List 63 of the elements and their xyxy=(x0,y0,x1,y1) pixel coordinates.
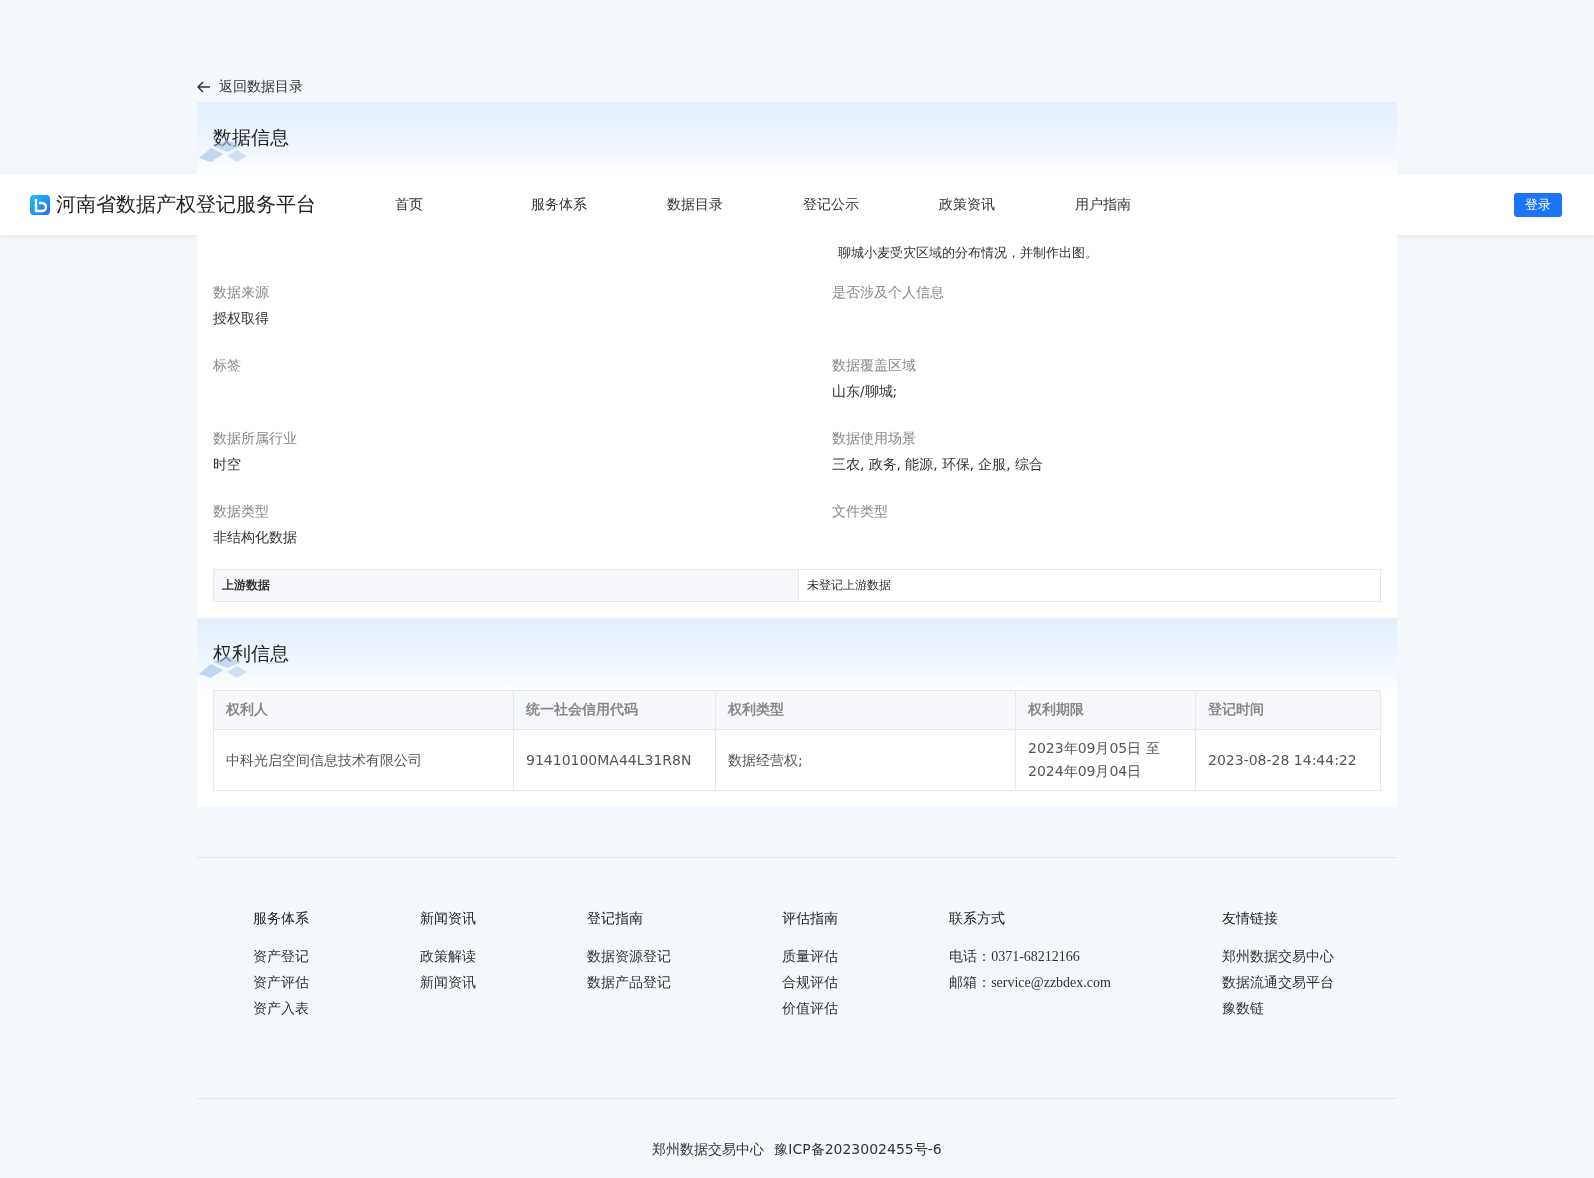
footer-link[interactable]: 数据流通交易平台 xyxy=(1221,970,1341,996)
table-header-cell: 上游数据 xyxy=(214,570,799,601)
table-cell: 数据经营权; xyxy=(715,729,1016,791)
field-label: 标签 xyxy=(213,356,242,375)
footer-link[interactable]: 郑州数据交易中心 xyxy=(1221,944,1341,970)
footer-link[interactable]: 邮箱：service@zzbdex.com xyxy=(949,970,1222,996)
login-button[interactable]: 登录 xyxy=(1514,192,1562,217)
footer-link[interactable]: 资产评估 xyxy=(253,970,421,996)
logo-icon xyxy=(30,194,50,215)
footer-column-title: 评估指南 xyxy=(782,910,840,928)
column-header: 登记时间 xyxy=(1195,690,1381,730)
footer-link[interactable]: 资产入表 xyxy=(253,996,421,1022)
column-header: 权利类型 xyxy=(715,690,1016,730)
column-header: 权利期限 xyxy=(1015,690,1196,730)
back-link-label: 返回数据目录 xyxy=(219,78,303,96)
back-link[interactable]: 返回数据目录 xyxy=(197,0,303,102)
footer-link[interactable]: 豫数链 xyxy=(1221,996,1341,1022)
field-label: 数据使用场景 xyxy=(832,429,917,448)
footer-column-title: 登记指南 xyxy=(587,910,645,928)
field-label: 数据覆盖区域 xyxy=(832,356,917,375)
column-header: 统一社会信用代码 xyxy=(513,690,716,730)
footer-column-title: 联系方式 xyxy=(949,910,1007,928)
footer-link[interactable]: 价值评估 xyxy=(782,996,950,1022)
nav-link[interactable]: 首页 xyxy=(395,195,531,214)
nav-link[interactable]: 服务体系 xyxy=(531,195,667,214)
nav-link[interactable]: 登记公示 xyxy=(803,195,939,214)
field-label: 数据来源 xyxy=(213,283,270,302)
field-value: 三农, 政务, 能源, 环保, 企服, 综合 xyxy=(832,455,1044,474)
nav-link[interactable]: 政策资讯 xyxy=(939,195,1075,214)
table-cell: 91410100MA44L31R8N xyxy=(513,729,716,791)
arrow-left-icon xyxy=(197,81,211,93)
footer-link[interactable]: 新闻资讯 xyxy=(420,970,588,996)
footer-link[interactable]: 政策解读 xyxy=(420,944,588,970)
footer-link[interactable]: 数据资源登记 xyxy=(587,944,783,970)
field-value: 授权取得 xyxy=(213,309,270,328)
field-value: 时空 xyxy=(213,455,242,474)
field-label: 数据所属行业 xyxy=(213,429,298,448)
footer-link[interactable]: 数据产品登记 xyxy=(587,970,783,996)
section-title: 数据信息 xyxy=(213,125,289,150)
footer-column-title: 服务体系 xyxy=(253,910,310,928)
copyright-text: 郑州数据交易中心 xyxy=(652,1141,765,1159)
footer-link[interactable]: 质量评估 xyxy=(782,944,950,970)
table-cell: 2023年09月05日 至 2024年09月04日 xyxy=(1015,729,1196,791)
footer-column-title: 新闻资讯 xyxy=(420,910,478,928)
table-cell: 中科光启空间信息技术有限公司 xyxy=(213,729,514,791)
table-cell: 2023-08-28 14:44:22 xyxy=(1195,729,1381,791)
field-label: 数据类型 xyxy=(213,502,270,521)
section-title: 权利信息 xyxy=(213,641,289,666)
nav-link[interactable]: 用户指南 xyxy=(1075,195,1211,214)
footer-link[interactable]: 资产登记 xyxy=(253,944,421,970)
footer-link[interactable]: 电话：0371-68212166 xyxy=(949,944,1222,970)
copyright-text: 豫ICP备2023002455号-6 xyxy=(774,1141,942,1159)
field-label: 文件类型 xyxy=(832,502,889,521)
field-value: 山东/聊城; xyxy=(832,382,899,401)
site-title: 河南省数据产权登记服务平台 xyxy=(56,191,316,218)
field-label: 是否涉及个人信息 xyxy=(832,283,945,302)
table-cell-text: 未登记上游数据 xyxy=(806,577,892,594)
field-value: 非结构化数据 xyxy=(213,528,298,547)
column-header: 权利人 xyxy=(213,690,514,730)
nav-link[interactable]: 数据目录 xyxy=(667,195,803,214)
footer-link[interactable]: 合规评估 xyxy=(782,970,950,996)
footer-column-title: 友情链接 xyxy=(1221,910,1279,928)
description-text: 聊城小麦受灾区域的分布情况，并制作出图。 xyxy=(837,244,1099,262)
